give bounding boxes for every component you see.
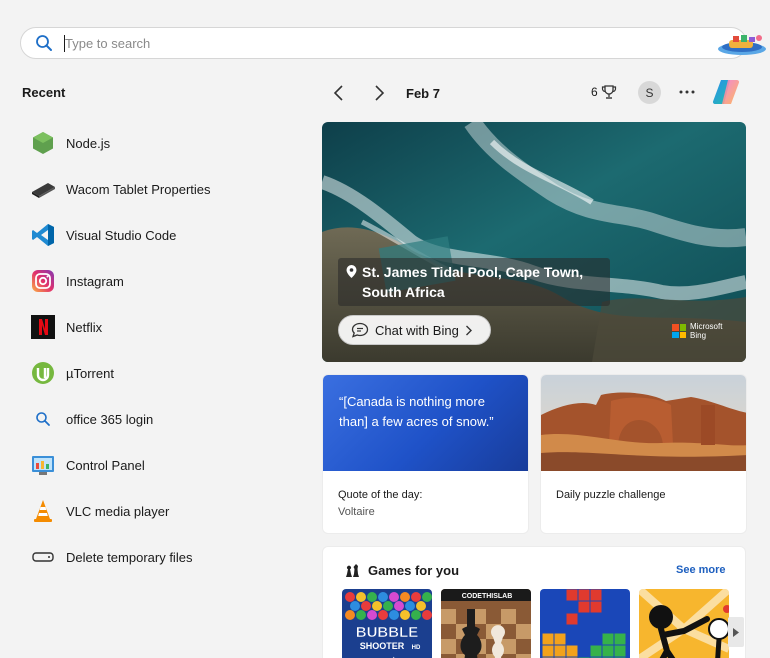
chat-with-bing-label: Chat with Bing (375, 322, 459, 338)
game-tile-stickman-fight[interactable] (639, 589, 729, 658)
control-panel-icon (30, 452, 56, 478)
microsoft-logo-icon (672, 324, 686, 338)
recent-item-control-panel[interactable]: Control Panel (30, 442, 300, 488)
points-count: 6 (591, 85, 598, 99)
daily-puzzle-card[interactable]: Daily puzzle challenge (540, 374, 747, 534)
recent-item-vlc[interactable]: VLC media player (30, 488, 300, 534)
recent-item-label: Control Panel (66, 457, 145, 473)
date-label: Feb 7 (406, 86, 440, 101)
avatar[interactable]: S (638, 81, 661, 104)
recent-item-wacom[interactable]: Wacom Tablet Properties (30, 166, 300, 212)
games-section: Games for you See more BUBBLE SHOOTER HD (322, 546, 746, 658)
copilot-icon[interactable] (711, 77, 741, 107)
recent-item-label: µTorrent (66, 365, 114, 381)
chat-icon (351, 322, 369, 338)
trophy-icon (601, 85, 616, 99)
recent-item-label: Wacom Tablet Properties (66, 181, 211, 197)
tile-badge: HD (412, 645, 421, 651)
microsoft-bing-logo: Microsoft Bing (672, 322, 722, 340)
brand-line-2: Bing (690, 331, 707, 340)
quote-author: Voltaire (338, 506, 375, 518)
vscode-icon (30, 222, 56, 248)
storage-icon (30, 544, 56, 570)
tile-title-line1: BUBBLE (356, 624, 419, 641)
wacom-tablet-icon (30, 176, 56, 202)
caret-right-icon (733, 627, 739, 637)
quote-text: “[Canada is nothing more than] a few acr… (323, 375, 528, 471)
quote-caption: Quote of the day: (338, 489, 423, 501)
utorrent-icon (30, 360, 56, 386)
location-pin-icon (346, 265, 357, 278)
tile-brand: CODETHISLAB (462, 593, 513, 600)
recent-item-instagram[interactable]: Instagram (30, 258, 300, 304)
recent-item-delete-temp-files[interactable]: Delete temporary files (30, 534, 300, 580)
tile-title-line2: SHOOTER (360, 641, 405, 651)
brand-line-1: Microsoft (690, 322, 723, 331)
chevron-left-icon (333, 85, 343, 101)
puzzle-image (541, 375, 746, 471)
search-icon (30, 406, 56, 432)
search-input[interactable] (65, 33, 665, 53)
instagram-icon (30, 268, 56, 294)
quote-of-the-day-card[interactable]: “[Canada is nothing more than] a few acr… (322, 374, 529, 534)
search-icon (36, 35, 52, 51)
location-caption[interactable]: St. James Tidal Pool, Cape Town, South A… (338, 258, 610, 306)
recent-item-label: Node.js (66, 135, 111, 151)
recent-item-label: Netflix (66, 319, 103, 335)
more-options-button[interactable] (676, 80, 698, 104)
chevron-right-icon (465, 325, 472, 335)
chevron-right-icon (375, 85, 385, 101)
previous-button[interactable] (326, 80, 352, 106)
recent-item-utorrent[interactable]: µTorrent (30, 350, 300, 396)
puzzle-caption: Daily puzzle challenge (556, 489, 666, 501)
location-text: St. James Tidal Pool, Cape Town, South A… (362, 264, 584, 300)
games-heading: Games for you (368, 563, 460, 578)
game-tile-bubble-shooter[interactable]: BUBBLE SHOOTER HD (342, 589, 432, 658)
chess-pieces-icon (346, 564, 359, 577)
next-button[interactable] (366, 80, 392, 106)
search-highlight-icon[interactable] (715, 32, 767, 56)
nodejs-icon (30, 130, 56, 156)
chat-with-bing-button[interactable]: Chat with Bing (338, 315, 491, 345)
recent-heading: Recent (22, 85, 66, 100)
search-bar[interactable] (20, 27, 766, 59)
recent-item-nodejs[interactable]: Node.js (30, 120, 300, 166)
see-more-link[interactable]: See more (676, 564, 726, 576)
ellipsis-icon (679, 90, 695, 94)
recent-item-office365[interactable]: office 365 login (30, 396, 300, 442)
recent-item-label: Delete temporary files (66, 549, 193, 565)
games-scroll-right-button[interactable] (728, 617, 744, 647)
recent-item-label: Instagram (66, 273, 124, 289)
recent-list: Node.js Wacom Tablet Properties Visual S… (30, 120, 300, 580)
vlc-icon (30, 498, 56, 524)
game-tile-block-puzzle[interactable] (540, 589, 630, 658)
recent-item-label: office 365 login (66, 411, 154, 427)
netflix-icon (30, 314, 56, 340)
game-tile-chess[interactable]: CODETHISLAB (441, 589, 531, 658)
recent-item-label: VLC media player (66, 503, 170, 519)
recent-item-netflix[interactable]: Netflix (30, 304, 300, 350)
recent-item-vscode[interactable]: Visual Studio Code (30, 212, 300, 258)
rewards-points[interactable]: 6 (591, 84, 617, 100)
recent-item-label: Visual Studio Code (66, 227, 177, 243)
